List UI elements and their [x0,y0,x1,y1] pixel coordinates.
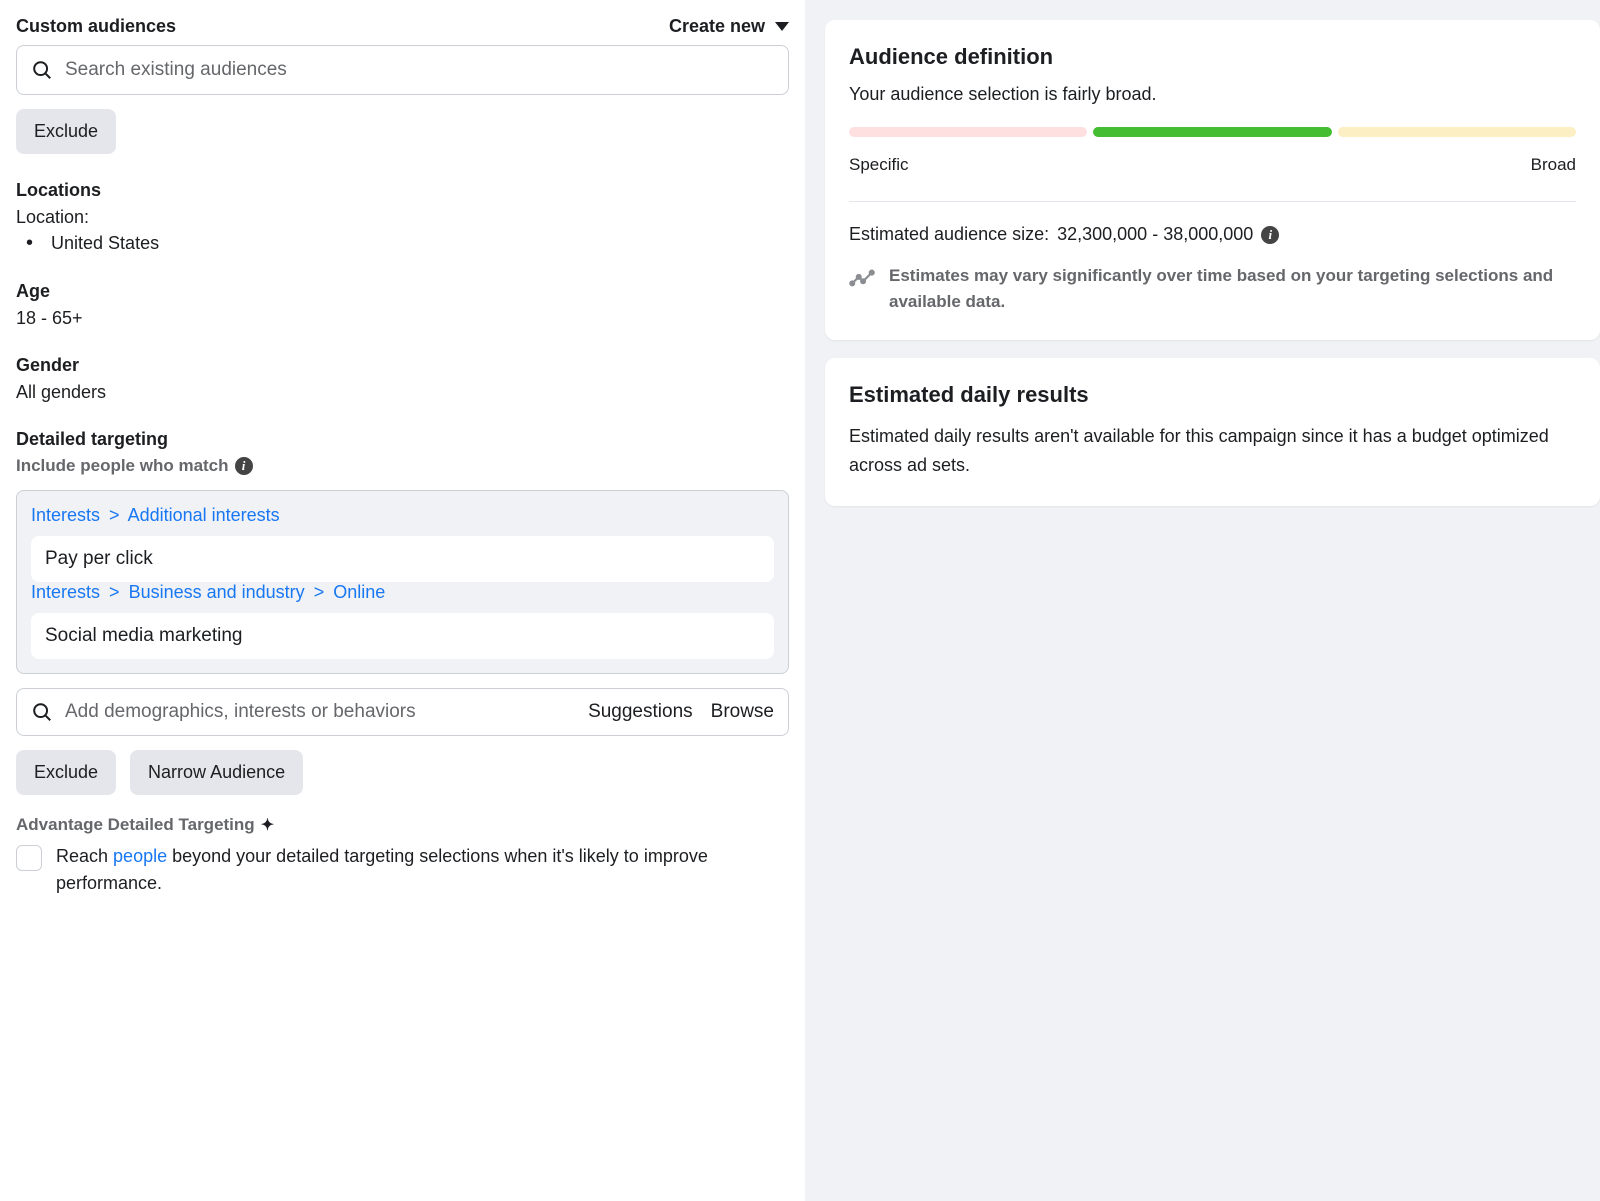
trend-icon [849,265,875,291]
custom-audiences-label: Custom audiences [16,16,176,37]
include-people-label: Include people who match i [16,456,789,476]
info-icon[interactable]: i [1261,226,1279,244]
bullet-icon [26,232,41,255]
crumb-separator: > [314,582,325,602]
add-targeting-box[interactable]: Suggestions Browse [16,688,789,736]
gender-group: Gender All genders [16,355,789,403]
targeting-button-row: Exclude Narrow Audience [16,750,789,795]
audience-definition-title: Audience definition [849,44,1576,70]
age-group: Age 18 - 65+ [16,281,789,329]
custom-audiences-header: Custom audiences Create new [16,16,789,37]
targeting-group-0: Interests > Additional interests Pay per… [31,505,774,582]
card-divider [849,201,1576,202]
locations-group: Locations Location: United States [16,180,789,255]
location-item: United States [16,232,789,255]
chevron-down-icon [775,22,789,31]
gender-value: All genders [16,382,789,403]
estimate-note-text: Estimates may vary significantly over ti… [889,263,1576,314]
breadcrumb-1: Interests > Business and industry > Onli… [31,582,774,603]
audience-search-box[interactable] [16,45,789,95]
add-actions: Suggestions Browse [588,701,774,723]
advantage-text-prefix: Reach [56,846,113,866]
estimated-size-row: Estimated audience size: 32,300,000 - 38… [849,224,1576,245]
audience-definition-subtitle: Your audience selection is fairly broad. [849,84,1576,105]
daily-results-text: Estimated daily results aren't available… [849,422,1576,480]
meter-segment-specific [849,127,1087,137]
search-icon [31,59,53,81]
search-icon [31,701,53,723]
add-targeting-input[interactable] [65,701,588,723]
narrow-audience-button[interactable]: Narrow Audience [130,750,303,795]
audience-search-input[interactable] [65,59,774,81]
breadcrumb-0: Interests > Additional interests [31,505,774,526]
targeting-group-1: Interests > Business and industry > Onli… [31,582,774,659]
browse-button[interactable]: Browse [711,701,774,723]
advantage-text: Reach people beyond your detailed target… [56,843,789,897]
audience-definition-card: Audience definition Your audience select… [825,20,1600,340]
location-sublabel: Location: [16,207,789,228]
broad-label: Broad [1531,155,1576,175]
gender-label: Gender [16,355,789,376]
detailed-targeting-label: Detailed targeting [16,429,789,450]
daily-results-card: Estimated daily results Estimated daily … [825,358,1600,506]
targeting-item[interactable]: Social media marketing [31,613,774,659]
crumb-link[interactable]: Interests [31,505,100,525]
advantage-row: Advantage Detailed Targeting ✦ Reach peo… [16,815,789,897]
create-new-label: Create new [669,16,765,37]
targeting-box: Interests > Additional interests Pay per… [16,490,789,674]
detailed-targeting-group: Detailed targeting Include people who ma… [16,429,789,897]
crumb-link[interactable]: Business and industry [129,582,305,602]
advantage-checkbox-row: Reach people beyond your detailed target… [16,843,789,897]
location-value: United States [51,233,159,254]
include-people-text: Include people who match [16,456,229,476]
create-new-dropdown[interactable]: Create new [669,16,789,37]
meter-labels: Specific Broad [849,155,1576,175]
locations-label: Locations [16,180,789,201]
age-value: 18 - 65+ [16,308,789,329]
targeting-item[interactable]: Pay per click [31,536,774,582]
specific-label: Specific [849,155,909,175]
meter-segment-broad [1338,127,1576,137]
meter-segment-selected [1093,127,1331,137]
estimated-size-value: 32,300,000 - 38,000,000 [1057,224,1253,245]
crumb-link[interactable]: Online [333,582,385,602]
estimated-size-label: Estimated audience size: [849,224,1049,245]
exclude-button[interactable]: Exclude [16,109,116,154]
estimate-note-row: Estimates may vary significantly over ti… [849,263,1576,314]
advantage-people-link[interactable]: people [113,846,167,866]
info-icon[interactable]: i [235,457,253,475]
crumb-link[interactable]: Interests [31,582,100,602]
suggestions-button[interactable]: Suggestions [588,701,693,723]
right-panel: Audience definition Your audience select… [805,0,1600,1201]
daily-results-title: Estimated daily results [849,382,1576,408]
crumb-link[interactable]: Additional interests [128,505,280,525]
exclude-targeting-button[interactable]: Exclude [16,750,116,795]
advantage-label: Advantage Detailed Targeting ✦ [16,815,789,835]
advantage-checkbox[interactable] [16,845,42,871]
crumb-separator: > [109,505,120,525]
age-label: Age [16,281,789,302]
audience-meter [849,127,1576,137]
sparkle-icon: ✦ [261,815,274,835]
left-panel: Custom audiences Create new Exclude Loca… [0,0,805,1201]
crumb-separator: > [109,582,120,602]
advantage-label-text: Advantage Detailed Targeting [16,815,255,835]
